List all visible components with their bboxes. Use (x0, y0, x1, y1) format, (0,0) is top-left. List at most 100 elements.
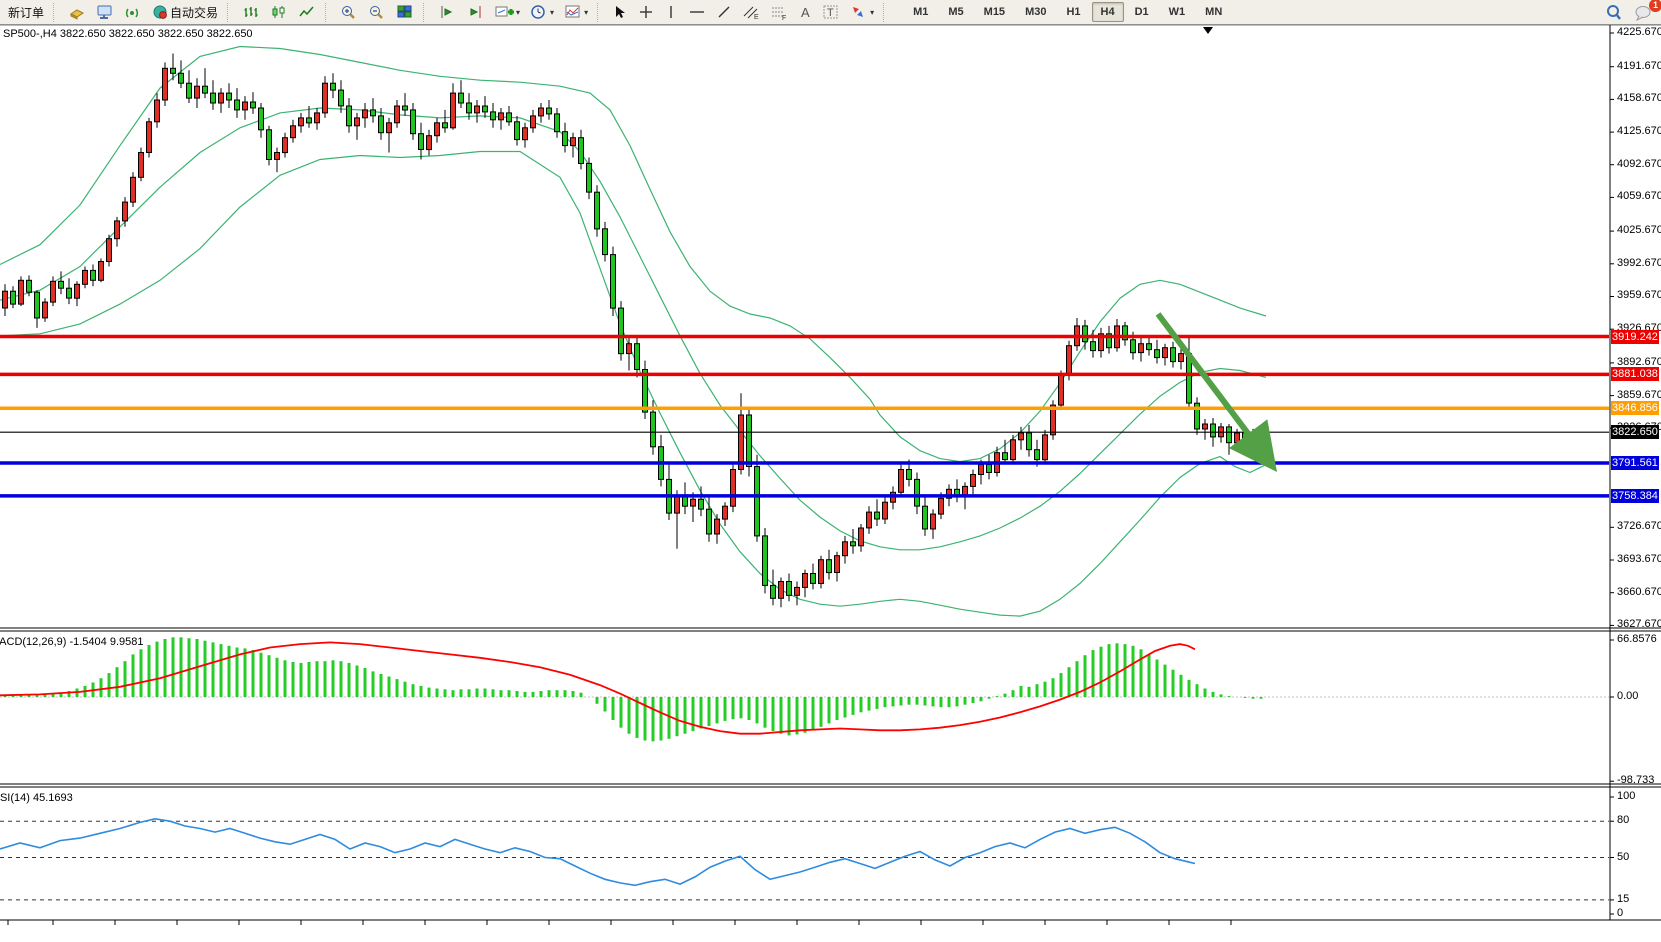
zoom-in-button[interactable] (336, 2, 362, 23)
text-label-tool-button[interactable]: T (818, 2, 844, 23)
candle-body (843, 542, 848, 556)
candle-body (283, 138, 288, 153)
new-chart-button[interactable]: ▾ (490, 2, 524, 23)
candle-body (867, 512, 872, 528)
auto-scroll-button[interactable] (462, 2, 488, 23)
auto-trading-label: 自动交易 (170, 4, 218, 21)
timeframe-button-m15[interactable]: M15 (975, 2, 1014, 22)
candle-body (267, 130, 272, 160)
svg-text:A: A (801, 5, 810, 20)
candle-body (707, 509, 712, 534)
candle-body (435, 123, 440, 136)
candle-body (1211, 424, 1216, 437)
chart-shift-button[interactable] (434, 2, 460, 23)
chevron-down-icon: ▾ (550, 8, 554, 17)
timeframe-button-h4[interactable]: H4 (1092, 2, 1124, 22)
candle-body (1067, 346, 1072, 376)
candle-body (395, 106, 400, 123)
arrows-icon (850, 4, 868, 20)
arrows-tool-button[interactable]: ▾ (846, 2, 878, 23)
rsi-pane[interactable] (0, 819, 1609, 900)
text-tool-button[interactable]: A (794, 2, 816, 23)
candle-body (1147, 344, 1152, 350)
candle-body (987, 465, 992, 473)
toolbar-separator (53, 3, 59, 22)
candle-body (1011, 440, 1016, 460)
signals-button[interactable] (120, 2, 146, 23)
auto-trading-icon (152, 4, 170, 20)
timeframe-button-d1[interactable]: D1 (1126, 2, 1158, 22)
candle-body (443, 123, 448, 128)
candle-body (227, 93, 232, 100)
macd-pane[interactable] (0, 637, 1609, 741)
candle-body (379, 116, 384, 133)
signal-icon (124, 4, 142, 20)
cursor-tool-button[interactable] (608, 2, 632, 23)
candle-body (427, 136, 432, 150)
timeframe-button-m30[interactable]: M30 (1016, 2, 1055, 22)
candle-body (331, 83, 336, 90)
candle-body (1235, 433, 1240, 443)
horizontal-line-tool-button[interactable] (684, 2, 710, 23)
zoom-out-button[interactable] (364, 2, 390, 23)
candle-body (115, 221, 120, 239)
candle-body (907, 470, 912, 480)
candle-body (187, 83, 192, 98)
horizontal-line-icon (688, 4, 706, 20)
candle-body (539, 108, 544, 116)
candle-body (243, 102, 248, 110)
trendline-tool-button[interactable] (712, 2, 736, 23)
line-chart-mode-button[interactable] (294, 2, 320, 23)
candle-body (755, 467, 760, 536)
candle-body (403, 106, 408, 110)
bar-chart-mode-button[interactable] (238, 2, 264, 23)
search-button[interactable] (1601, 2, 1627, 23)
candle-body (571, 138, 576, 146)
chart-canvas[interactable] (0, 0, 1661, 942)
vertical-line-tool-button[interactable] (660, 2, 682, 23)
zo om-out-icon (368, 4, 386, 20)
candle-body (99, 262, 104, 281)
timeframe-button-h1[interactable]: H1 (1057, 2, 1089, 22)
toolbar-separator (423, 3, 429, 22)
line-chart-icon (298, 4, 316, 20)
market-watch-button[interactable] (64, 2, 90, 23)
main-chart-pane[interactable] (0, 47, 1609, 617)
candle-body (523, 128, 528, 140)
timeframe-button-mn[interactable]: MN (1196, 2, 1231, 22)
tile-windows-button[interactable] (392, 2, 418, 23)
chart-shift-marker[interactable] (1203, 27, 1213, 34)
timeframe-button-m1[interactable]: M1 (904, 2, 937, 22)
period-button[interactable]: ▾ (526, 2, 558, 23)
candle-body (1059, 375, 1064, 405)
auto-trading-button[interactable]: 自动交易 (148, 2, 222, 23)
candle-body (35, 292, 40, 318)
candle-body (915, 479, 920, 506)
indicators-button[interactable]: ▾ (560, 2, 592, 23)
timeframe-button-m5[interactable]: M5 (939, 2, 972, 22)
candle-body (787, 582, 792, 596)
channel-tool-button[interactable]: E (738, 2, 764, 23)
candle-body (723, 506, 728, 519)
candle-body (491, 112, 496, 120)
candle-body (155, 100, 160, 122)
candle-body (43, 302, 48, 318)
candle-body (563, 132, 568, 146)
candle-body (1083, 326, 1088, 342)
crosshair-tool-button[interactable] (634, 2, 658, 23)
candlestick-icon (270, 4, 288, 20)
candle-body (587, 163, 592, 192)
candle-body (827, 560, 832, 573)
candle-body (147, 122, 152, 153)
candle-body (195, 86, 200, 98)
candle-body (803, 574, 808, 588)
toolbar: 新订单 自动交易 ▾ ▾ ▾ E F A T ▾ M1M5M15M30H1H4D… (0, 0, 1661, 25)
chat-button[interactable]: 1 (1629, 2, 1657, 23)
fibonacci-tool-button[interactable]: F (766, 2, 792, 23)
timeframe-button-w1[interactable]: W1 (1160, 2, 1195, 22)
candlestick-mode-button[interactable] (266, 2, 292, 23)
candle-body (475, 106, 480, 113)
candle-body (1091, 342, 1096, 351)
new-order-button[interactable]: 新订单 (4, 2, 48, 23)
terminal-button[interactable] (92, 2, 118, 23)
